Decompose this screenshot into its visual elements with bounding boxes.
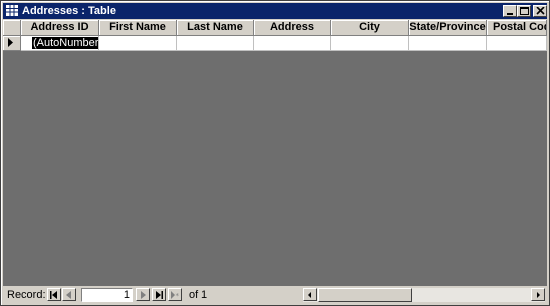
next-record-button[interactable]: [136, 288, 150, 301]
close-icon: [536, 7, 545, 15]
first-record-icon: [50, 291, 57, 299]
of-label: of: [189, 289, 199, 301]
column-header-address[interactable]: Address: [254, 20, 331, 36]
window-title: Addresses : Table: [22, 5, 116, 17]
record-navigation-bar: Record: 1 * of 1: [3, 287, 547, 303]
last-record-icon: [156, 291, 163, 299]
cell-address[interactable]: [254, 36, 331, 51]
cell-first-name[interactable]: [99, 36, 177, 51]
column-header-city[interactable]: City: [331, 20, 409, 36]
new-record-icon: *: [171, 291, 180, 299]
cell-last-name[interactable]: [177, 36, 254, 51]
autonumber-value: (AutoNumber): [32, 37, 98, 49]
previous-record-button[interactable]: [62, 288, 76, 301]
select-all-corner[interactable]: [3, 20, 21, 36]
horizontal-scrollbar[interactable]: [303, 288, 545, 302]
column-header-first-name[interactable]: First Name: [99, 20, 177, 36]
scroll-left-button[interactable]: [303, 288, 317, 301]
column-header-postal-code[interactable]: Postal Cod: [487, 20, 547, 36]
total-records: 1: [201, 289, 208, 301]
minimize-button[interactable]: [503, 5, 517, 17]
new-record-button[interactable]: *: [168, 288, 182, 301]
svg-text:*: *: [176, 292, 180, 299]
title-bar[interactable]: Addresses : Table: [3, 3, 547, 19]
triangle-right-icon: [8, 38, 13, 47]
table-window: Addresses : Table Address ID First Name …: [0, 0, 550, 306]
minimize-icon: [507, 13, 513, 15]
last-record-button[interactable]: [152, 288, 166, 301]
record-label: Record:: [7, 289, 46, 301]
column-header-last-name[interactable]: Last Name: [177, 20, 254, 36]
scroll-right-button[interactable]: [531, 288, 545, 301]
cell-postal-code[interactable]: [487, 36, 547, 51]
datasheet-grid[interactable]: Address ID First Name Last Name Address …: [3, 20, 547, 286]
next-record-icon: [141, 291, 146, 299]
previous-record-icon: [66, 291, 71, 299]
close-button[interactable]: [533, 5, 547, 17]
row-selector[interactable]: [3, 36, 21, 51]
scrollbar-thumb[interactable]: [318, 288, 412, 302]
cell-address-id[interactable]: (AutoNumber): [21, 36, 99, 51]
current-record-field[interactable]: 1: [81, 288, 133, 302]
cell-state-province[interactable]: [409, 36, 487, 51]
table-icon: [6, 5, 18, 16]
column-header-address-id[interactable]: Address ID: [21, 20, 99, 36]
column-header-state-province[interactable]: State/Province: [409, 20, 487, 36]
maximize-button[interactable]: [517, 5, 531, 17]
maximize-icon: [520, 7, 529, 15]
first-record-button[interactable]: [47, 288, 61, 301]
scroll-left-icon: [308, 292, 311, 298]
cell-city[interactable]: [331, 36, 409, 51]
scroll-right-icon: [537, 292, 540, 298]
